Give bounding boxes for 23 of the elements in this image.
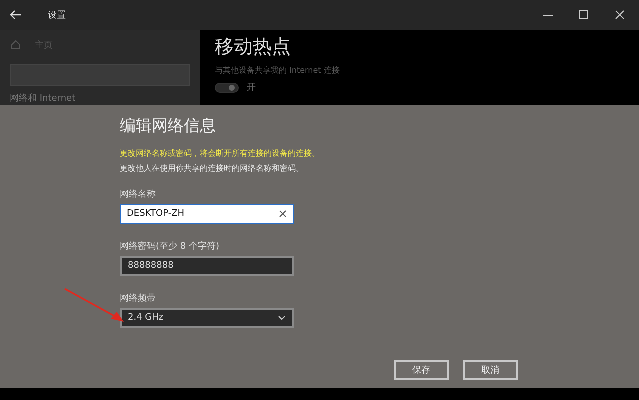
section-heading: 网络和 Internet xyxy=(9,92,77,105)
input-field[interactable]: DESKTOP-ZH xyxy=(120,204,294,224)
toggle-switch[interactable] xyxy=(215,82,239,92)
cancel-button[interactable]: 取消 xyxy=(463,360,518,380)
field-label: 网络名称 xyxy=(120,188,157,201)
chevron-icon xyxy=(278,314,286,322)
band-dropdown[interactable]: 2.4 GHz xyxy=(120,308,294,328)
window-title: 设置 xyxy=(48,10,66,22)
field-label: 网络频带 xyxy=(120,292,157,305)
search-field[interactable] xyxy=(10,64,190,86)
toggle-label: 开 xyxy=(247,82,256,94)
page-description: 与其他设备共享我的 Internet 连接 xyxy=(215,65,341,76)
back-icon[interactable] xyxy=(10,10,22,20)
clear-icon[interactable] xyxy=(279,210,287,218)
save-button[interactable]: 保存 xyxy=(394,360,449,380)
close-icon[interactable] xyxy=(615,10,625,20)
maximize-icon[interactable] xyxy=(579,10,589,20)
input-field[interactable]: 88888888 xyxy=(120,256,294,276)
dialog-title: 编辑网络信息 xyxy=(120,116,217,137)
page-title: 移动热点 xyxy=(215,35,292,60)
warning-text: 更改网络名称或密码，将会断开所有连接的设备的连接。 xyxy=(120,148,321,159)
dialog-description: 更改他人在使用你共享的连接时的网络名称和密码。 xyxy=(120,163,305,174)
field-label: 网络密码(至少 8 个字符) xyxy=(120,240,220,253)
